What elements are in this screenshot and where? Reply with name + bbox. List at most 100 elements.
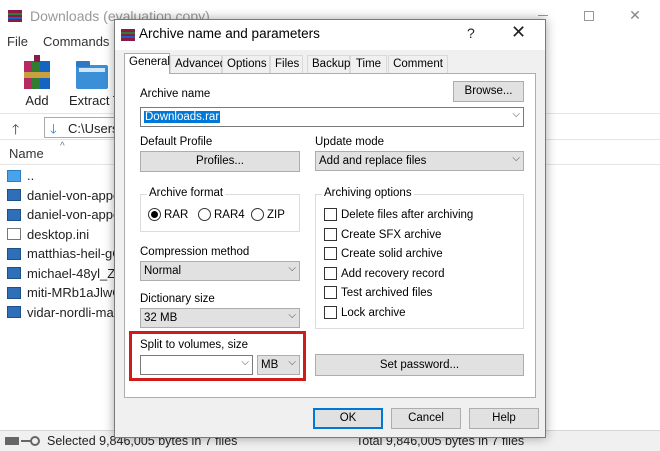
list-item[interactable]: daniel-von-appe xyxy=(0,205,120,225)
list-item[interactable]: matthias-heil-gQ xyxy=(0,244,123,264)
checkbox-icon xyxy=(324,267,337,280)
list-item[interactable]: miti-MRb1aJlwCJ xyxy=(0,283,128,303)
close-button[interactable]: ✕ xyxy=(612,0,658,31)
file-name: vidar-nordli-mat xyxy=(27,304,118,320)
image-file-icon xyxy=(7,208,21,221)
default-profile-label: Default Profile xyxy=(140,136,213,148)
minimize-icon xyxy=(538,15,548,16)
archive-name-label: Archive name xyxy=(140,88,211,100)
radio-icon xyxy=(198,208,211,221)
extract-toolbar-label: Extract T xyxy=(69,93,121,108)
dialog-titlebar: Archive name and parameters ? ✕ xyxy=(115,20,545,50)
chevron-down-icon: ⌵ xyxy=(512,153,520,164)
radio-selected-icon xyxy=(148,208,161,221)
dialog-close-icon[interactable]: ✕ xyxy=(511,22,526,43)
option-label: Test archived files xyxy=(341,286,433,299)
option-lock-archive[interactable]: Lock archive xyxy=(324,306,406,319)
dictionary-size-select[interactable]: 32 MB ⌵ xyxy=(140,308,300,328)
file-name: matthias-heil-gQ xyxy=(27,246,123,262)
archive-name-input[interactable]: Downloads.rar ⌵ xyxy=(140,107,524,127)
compression-method-label: Compression method xyxy=(140,246,250,258)
image-file-icon xyxy=(7,286,21,299)
dialog-title: Archive name and parameters xyxy=(139,26,320,41)
archive-format-group: Archive format RAR RAR4 ZIP xyxy=(140,187,300,232)
highlight-box xyxy=(129,331,306,381)
checkbox-icon xyxy=(324,208,337,221)
option-delete-files[interactable]: Delete files after archiving xyxy=(324,208,473,221)
option-recovery-record[interactable]: Add recovery record xyxy=(324,267,445,280)
add-toolbar-label: Add xyxy=(25,93,49,108)
dictionary-size-value: 32 MB xyxy=(144,312,178,324)
option-label: Add recovery record xyxy=(341,267,445,280)
update-mode-value: Add and replace files xyxy=(319,155,427,167)
option-label: Create SFX archive xyxy=(341,228,442,241)
archive-format-label: Archive format xyxy=(147,187,226,199)
compression-method-value: Normal xyxy=(144,265,182,277)
tab-general[interactable]: General xyxy=(124,53,170,74)
cancel-button[interactable]: Cancel xyxy=(391,408,461,429)
folder-up-icon xyxy=(7,169,21,182)
list-item[interactable]: vidar-nordli-mat xyxy=(0,303,120,323)
list-item[interactable]: .. xyxy=(0,166,120,186)
file-name: daniel-von-appe xyxy=(27,207,121,223)
archiving-options-label: Archiving options xyxy=(322,187,414,199)
down-arrow-icon: 🡓 xyxy=(50,121,57,136)
list-item[interactable]: desktop.ini xyxy=(0,225,120,245)
winrar-app-icon xyxy=(8,10,22,22)
update-mode-label: Update mode xyxy=(315,136,385,148)
file-name: daniel-von-appe xyxy=(27,187,121,203)
image-file-icon xyxy=(7,189,21,202)
list-item[interactable]: michael-48yl_Zy. xyxy=(0,264,124,284)
drive-key-icon xyxy=(5,436,40,446)
add-toolbar-button[interactable]: Add xyxy=(13,55,61,108)
checkbox-icon xyxy=(324,247,337,260)
format-zip-label: ZIP xyxy=(267,208,285,221)
file-name: michael-48yl_Zy. xyxy=(27,265,125,281)
maximize-button[interactable] xyxy=(566,0,612,31)
compression-method-select[interactable]: Normal ⌵ xyxy=(140,261,300,281)
name-column-header[interactable]: Name xyxy=(9,146,44,161)
file-list: .. daniel-von-appe daniel-von-appe deskt… xyxy=(0,166,128,323)
tab-time[interactable]: Time xyxy=(350,55,387,73)
maximize-icon xyxy=(584,10,594,21)
chevron-down-icon[interactable]: ⌵ xyxy=(512,109,520,120)
option-label: Lock archive xyxy=(341,306,406,319)
list-item[interactable]: daniel-von-appe xyxy=(0,186,120,206)
image-file-icon xyxy=(7,306,21,319)
tab-options[interactable]: Options xyxy=(222,55,270,73)
option-create-sfx[interactable]: Create SFX archive xyxy=(324,228,441,241)
update-mode-select[interactable]: Add and replace files ⌵ xyxy=(315,151,524,171)
file-name: .. xyxy=(27,168,35,184)
file-name: miti-MRb1aJlwCJ xyxy=(27,285,129,301)
format-radio-rar[interactable]: RAR xyxy=(148,208,188,221)
archive-parameters-dialog: Archive name and parameters ? ✕ General … xyxy=(114,19,546,438)
archive-name-value: Downloads.rar xyxy=(144,111,221,123)
profiles-button[interactable]: Profiles... xyxy=(140,151,300,172)
option-test-archived[interactable]: Test archived files xyxy=(324,286,432,299)
menu-commands[interactable]: Commands xyxy=(36,31,117,51)
format-radio-zip[interactable]: ZIP xyxy=(251,208,285,221)
tab-advanced[interactable]: Advanced xyxy=(170,55,226,73)
browse-button[interactable]: Browse... xyxy=(453,81,524,102)
format-rar-label: RAR xyxy=(164,208,189,221)
ok-button[interactable]: OK xyxy=(313,408,383,429)
checkbox-icon xyxy=(324,228,337,241)
ini-file-icon xyxy=(7,228,21,241)
menu-file[interactable]: File xyxy=(0,31,36,51)
tab-backup[interactable]: Backup xyxy=(307,55,350,73)
file-name: desktop.ini xyxy=(27,226,90,242)
close-icon: ✕ xyxy=(629,7,641,23)
checkbox-icon xyxy=(324,286,337,299)
option-label: Create solid archive xyxy=(341,247,443,260)
help-icon[interactable]: ? xyxy=(467,25,475,41)
option-label: Delete files after archiving xyxy=(341,208,474,221)
up-arrow-icon[interactable]: 🡑 xyxy=(12,119,19,143)
option-create-solid[interactable]: Create solid archive xyxy=(324,247,443,260)
format-radio-rar4[interactable]: RAR4 xyxy=(198,208,245,221)
set-password-button[interactable]: Set password... xyxy=(315,354,524,376)
help-button[interactable]: Help xyxy=(469,408,539,429)
radio-icon xyxy=(251,208,264,221)
tab-comment[interactable]: Comment xyxy=(388,55,448,73)
tab-files[interactable]: Files xyxy=(270,55,303,73)
image-file-icon xyxy=(7,247,21,260)
